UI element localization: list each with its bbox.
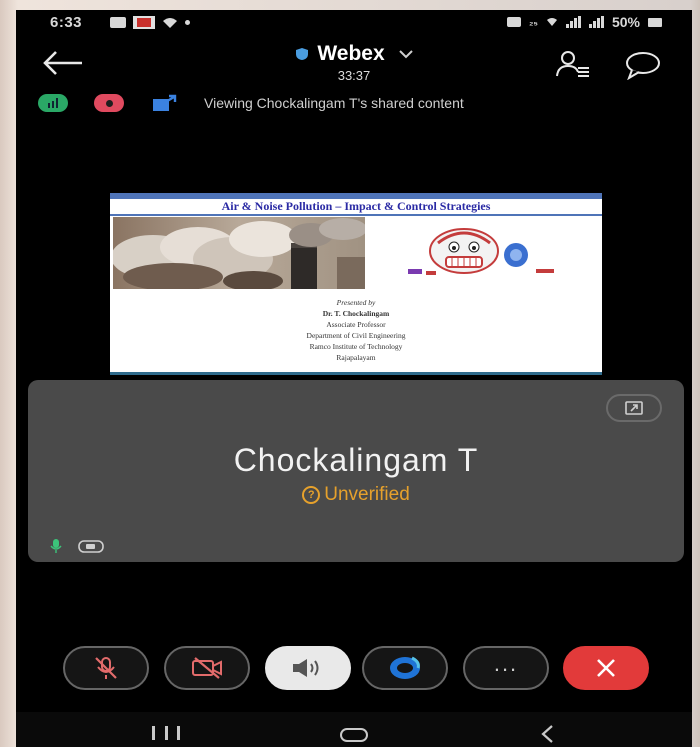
- status-bar: 6:33 ₂₅ 50%: [16, 10, 692, 36]
- more-icon: ...: [493, 651, 519, 676]
- expand-icon: [625, 401, 643, 415]
- participants-icon[interactable]: [556, 50, 590, 78]
- participant-tile[interactable]: Chockalingam T ? Unverified: [28, 380, 684, 562]
- speaker-icon: [293, 659, 319, 677]
- slide-role: Associate Professor: [326, 320, 386, 329]
- volte-icon: ₂₅: [528, 16, 538, 28]
- chat-icon[interactable]: [624, 50, 662, 80]
- noise-cartoon-image: [408, 228, 554, 275]
- more-button[interactable]: ...: [463, 646, 549, 690]
- battery-percent: 50%: [611, 14, 640, 30]
- slide-place: Rajapalayam: [336, 353, 376, 362]
- navigation-bar: [16, 712, 692, 747]
- speaker-button[interactable]: [265, 646, 351, 690]
- unverified-label: Unverified: [324, 484, 410, 505]
- app-notification-icon: [133, 16, 155, 29]
- video-button[interactable]: [164, 646, 250, 690]
- status-time: 6:33: [50, 14, 83, 31]
- notification-icons: [110, 16, 190, 29]
- shield-icon: [296, 48, 309, 60]
- alarm-icon: [506, 17, 521, 27]
- expand-button[interactable]: [606, 394, 662, 422]
- call-controls: ...: [16, 646, 692, 692]
- slide-author: Dr. T. Chockalingam: [322, 309, 390, 318]
- signal-2-icon: [588, 16, 604, 28]
- app-name: Webex: [317, 42, 385, 65]
- question-icon: ?: [302, 486, 321, 504]
- slide-presented-by: Presented by: [336, 298, 376, 307]
- home-button[interactable]: [340, 728, 368, 742]
- mic-icon: [50, 539, 62, 553]
- mute-button[interactable]: [63, 646, 149, 690]
- share-icon: [153, 94, 177, 111]
- close-icon: [597, 659, 615, 677]
- mic-muted-icon: [95, 657, 117, 679]
- meeting-header: Webex 33:37: [16, 38, 692, 90]
- chevron-down-icon: [398, 50, 413, 59]
- smokestack-image: [113, 217, 365, 289]
- slide-credits: Presented by Dr. T. Chockalingam Associa…: [110, 297, 602, 363]
- meeting-title[interactable]: Webex 33:37: [16, 42, 692, 83]
- slide-divider: [110, 214, 602, 216]
- recent-apps-button[interactable]: [152, 726, 180, 740]
- nav-back-icon[interactable]: [538, 724, 556, 744]
- camera-icon: [78, 540, 104, 553]
- video-off-icon: [192, 657, 222, 679]
- slide-institute: Ramco Institute of Technology: [309, 342, 403, 351]
- wifi-icon: [163, 17, 177, 28]
- slide-department: Department of Civil Engineering: [306, 331, 406, 340]
- viewing-shared-content-label: Viewing Chockalingam T's shared content: [204, 95, 464, 111]
- audio-stats-icon[interactable]: [38, 94, 68, 112]
- unverified-status: ? Unverified: [28, 484, 684, 506]
- battery-icon: [648, 17, 662, 27]
- participant-name: Chockalingam T: [233, 442, 479, 478]
- leave-button[interactable]: [563, 646, 649, 690]
- meeting-timer: 33:37: [337, 68, 371, 83]
- wifi-calling-icon: [546, 18, 557, 26]
- gallery-icon: [110, 17, 126, 28]
- shared-content-slide[interactable]: Air & Noise Pollution – Impact & Control…: [110, 193, 602, 375]
- meeting-info-row: Viewing Chockalingam T's shared content: [38, 92, 678, 114]
- phone-screen: 6:33 ₂₅ 50% Webex 33:37 Viewing Chockali…: [16, 10, 692, 747]
- slide-title: Air & Noise Pollution – Impact & Control…: [221, 199, 491, 213]
- signal-icon: [565, 16, 581, 28]
- recording-icon[interactable]: [94, 94, 124, 112]
- share-screen-button[interactable]: [362, 646, 448, 690]
- share-screen-icon: [390, 656, 420, 679]
- more-notifications-icon: [185, 20, 190, 25]
- system-status: ₂₅ 50%: [506, 14, 662, 30]
